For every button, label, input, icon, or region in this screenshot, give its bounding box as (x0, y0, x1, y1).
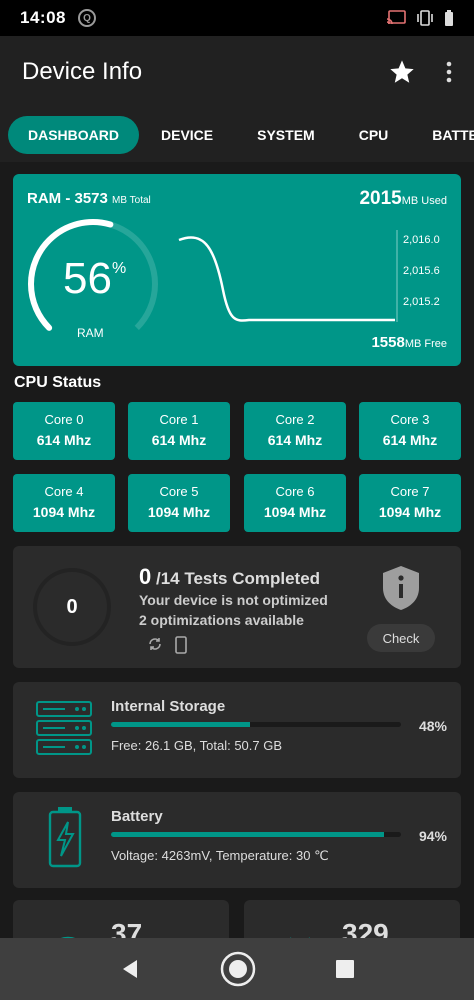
tests-status-text: Your device is not optimized (139, 592, 328, 608)
battery-percent: 94% (418, 828, 447, 844)
tab-cpu[interactable]: CPU (337, 116, 411, 154)
battery-card[interactable]: Battery 94% Voltage: 4263mV, Temperature… (13, 792, 461, 888)
core-frequency: 614 Mhz (36, 432, 92, 448)
battery-detail: Voltage: 4263mV, Temperature: 30 ℃ (111, 848, 329, 863)
core-frequency: 614 Mhz (151, 432, 207, 448)
core-tile[interactable]: Core 0 614 Mhz (13, 402, 115, 460)
more-options-icon[interactable] (446, 61, 452, 83)
core-tile[interactable]: Core 7 1094 Mhz (359, 474, 461, 532)
cast-icon (386, 10, 406, 25)
app-bar: Device Info (0, 36, 474, 108)
ram-used: 2015MB Used (359, 188, 447, 209)
core-name: Core 2 (275, 412, 315, 427)
sync-icon (149, 638, 161, 650)
storage-server-icon (36, 701, 92, 755)
navigation-bar (0, 938, 474, 1000)
battery-progress-fill (111, 832, 384, 837)
core-frequency: 1094 Mhz (378, 504, 442, 520)
ram-card[interactable]: RAM - 3573 MB Total 2015MB Used 56% RAM … (13, 174, 461, 366)
tab-system[interactable]: SYSTEM (235, 116, 337, 154)
storage-progress-fill (111, 722, 251, 727)
core-tile[interactable]: Core 6 1094 Mhz (244, 474, 346, 532)
core-name: Core 0 (44, 412, 84, 427)
graph-tick: 2,016.0 (403, 234, 440, 246)
tab-battery[interactable]: BATTER (410, 116, 474, 154)
tab-device[interactable]: DEVICE (139, 116, 235, 154)
tab-bar: DASHBOARD DEVICE SYSTEM CPU BATTER (0, 108, 474, 162)
core-name: Core 1 (159, 412, 199, 427)
core-tile[interactable]: Core 3 614 Mhz (359, 402, 461, 460)
core-tile[interactable]: Core 1 614 Mhz (128, 402, 230, 460)
core-frequency: 1094 Mhz (32, 504, 96, 520)
phone-icon (175, 636, 187, 654)
app-title: Device Info (22, 58, 143, 85)
storage-percent: 48% (418, 718, 447, 734)
core-name: Core 3 (390, 412, 430, 427)
tests-card[interactable]: 0 0 /14 Tests Completed Your device is n… (13, 546, 461, 668)
status-time: 14:08 (20, 8, 66, 27)
tests-progress-circle: 0 (33, 568, 111, 646)
storage-detail: Free: 26.1 GB, Total: 50.7 GB (111, 738, 283, 753)
core-tile[interactable]: Core 2 614 Mhz (244, 402, 346, 460)
graph-tick: 2,015.6 (403, 265, 440, 277)
core-frequency: 614 Mhz (267, 432, 323, 448)
cpu-status-title: CPU Status (14, 374, 102, 391)
ram-usage-graph (178, 230, 398, 322)
storage-progress-bar (111, 722, 401, 727)
graph-tick: 2,015.2 (403, 296, 440, 308)
home-icon[interactable] (219, 950, 257, 988)
ram-title: RAM - 3573 MB Total (27, 190, 151, 207)
core-tile[interactable]: Core 4 1094 Mhz (13, 474, 115, 532)
tab-dashboard[interactable]: DASHBOARD (8, 116, 139, 154)
tests-optimizations-text: 2 optimizations available (139, 612, 304, 628)
storage-card[interactable]: Internal Storage 48% Free: 26.1 GB, Tota… (13, 682, 461, 778)
back-icon[interactable] (119, 958, 141, 980)
check-button[interactable]: Check (367, 624, 435, 652)
core-frequency: 614 Mhz (382, 432, 438, 448)
shield-info-icon (383, 566, 419, 610)
notification-app-icon: Q (77, 9, 96, 27)
recents-icon[interactable] (335, 959, 355, 979)
core-name: Core 5 (159, 484, 199, 499)
battery-progress-bar (111, 832, 401, 837)
ram-free: 1558MB Free (371, 334, 447, 351)
core-name: Core 7 (390, 484, 430, 499)
battery-status-icon (445, 10, 453, 26)
core-frequency: 1094 Mhz (147, 504, 211, 520)
star-icon[interactable] (388, 58, 416, 86)
ram-percent: 56% (63, 254, 127, 303)
core-tile[interactable]: Core 5 1094 Mhz (128, 474, 230, 532)
core-frequency: 1094 Mhz (263, 504, 327, 520)
core-name: Core 6 (275, 484, 315, 499)
storage-title: Internal Storage (111, 698, 226, 715)
core-name: Core 4 (44, 484, 84, 499)
ram-gauge-label: RAM (77, 326, 104, 340)
tests-heading: 0 /14 Tests Completed (139, 564, 321, 589)
status-bar: 14:08 Q (0, 0, 474, 36)
vibrate-icon (417, 10, 433, 26)
battery-title: Battery (111, 808, 163, 825)
battery-charging-icon (48, 807, 82, 868)
